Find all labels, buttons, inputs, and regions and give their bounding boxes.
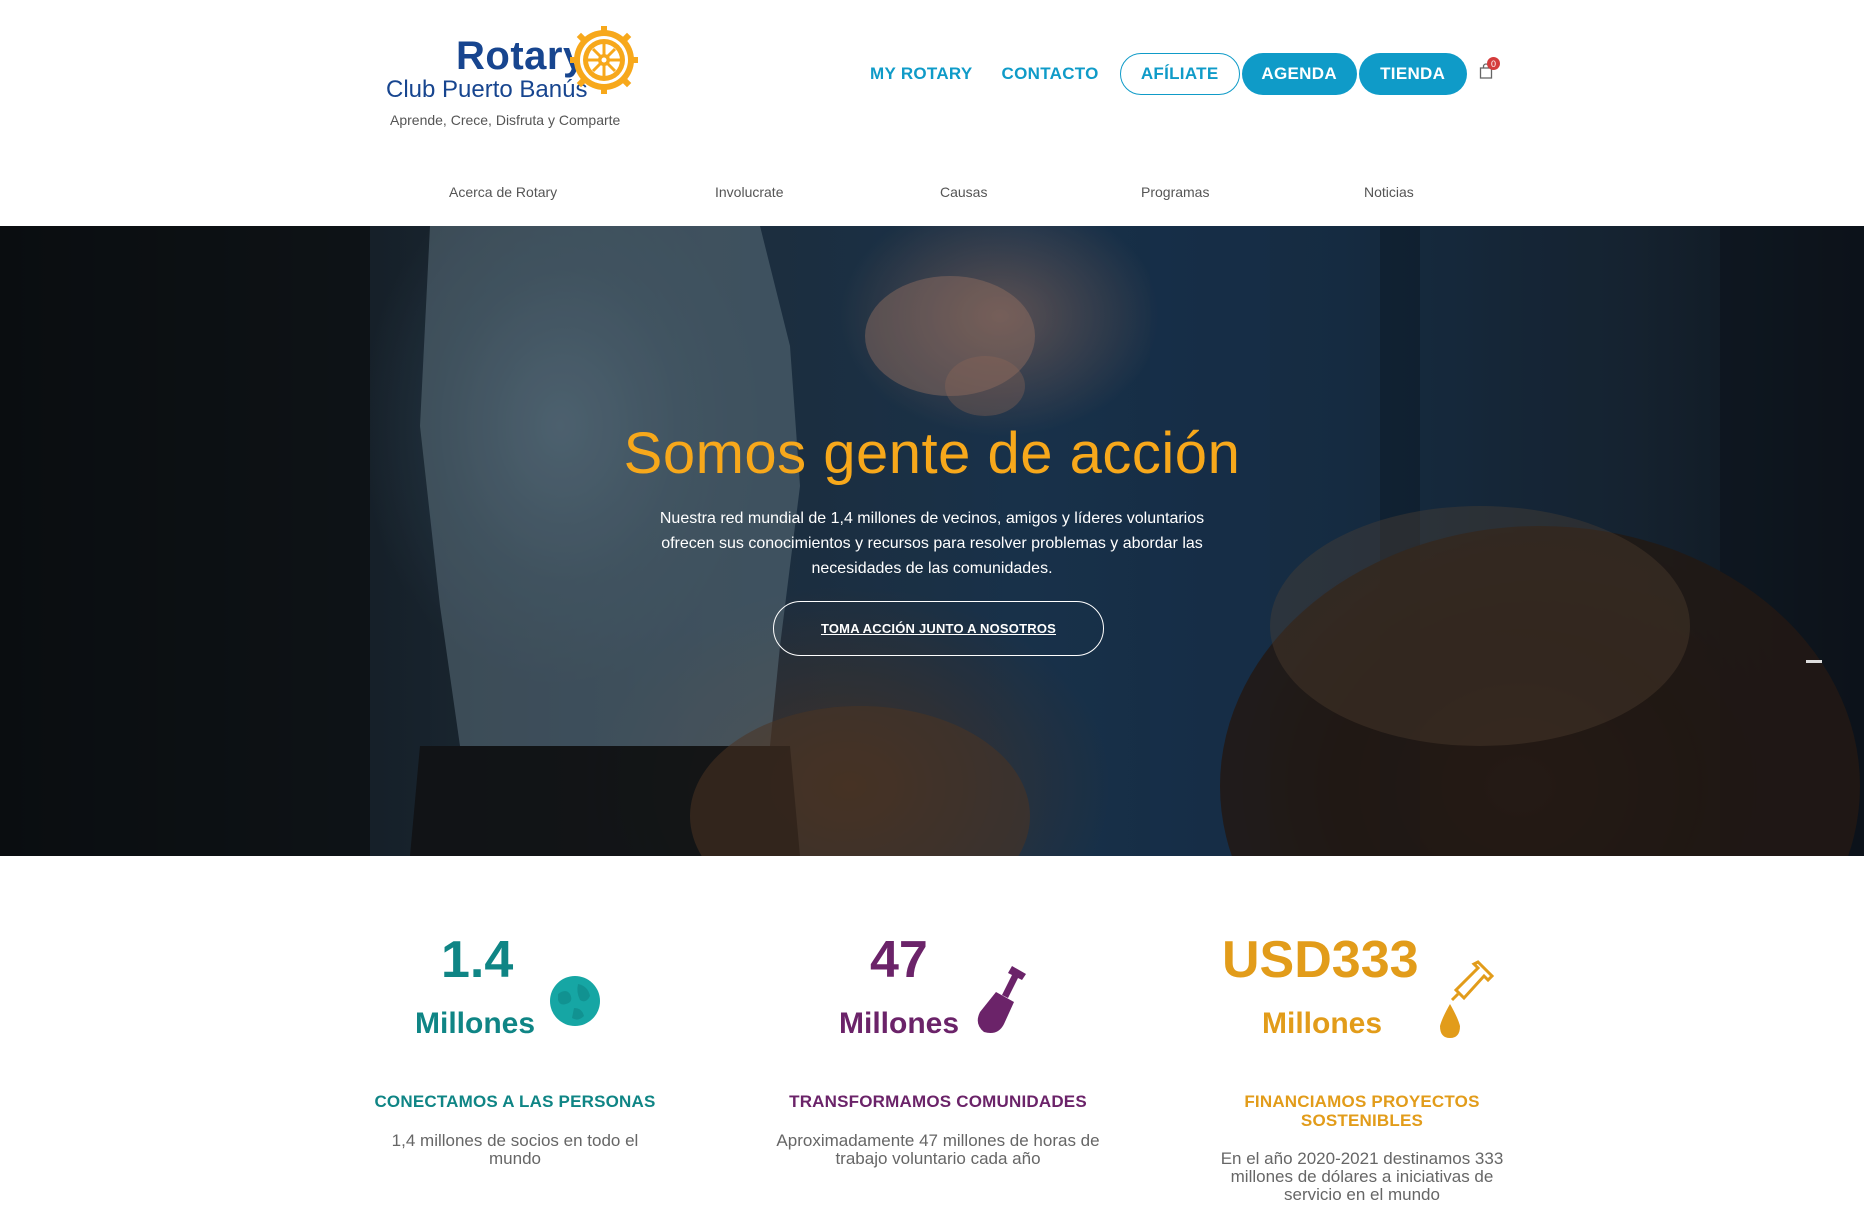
- agenda-button[interactable]: AGENDA: [1241, 53, 1357, 95]
- my-rotary-link[interactable]: MY ROTARY: [870, 64, 973, 84]
- dropper-icon: [1440, 960, 1494, 1038]
- stat-number: USD333: [1222, 931, 1419, 989]
- stat-unit: Millones: [1262, 1007, 1383, 1040]
- stat-unit: Millones: [839, 1007, 960, 1040]
- stat-number: 1.4: [441, 931, 514, 989]
- stat-description: 1,4 millones de socios en todo el mundo: [391, 1131, 639, 1168]
- subnav-item-noticias[interactable]: Noticias: [1364, 184, 1414, 200]
- stat-unit: Millones: [415, 1007, 536, 1040]
- stat-number: 47: [870, 931, 928, 989]
- stat-heading: CONECTAMOS A LAS PERSONAS: [374, 1092, 656, 1111]
- subnav-item-programas[interactable]: Programas: [1141, 184, 1209, 200]
- top-navigation: MY ROTARY CONTACTO AFÍLIATE AGENDA TIEND…: [870, 53, 1467, 95]
- stat-connect: 1.4 Millones CONECTAMOS A LAS PERSONAS 1…: [305, 930, 725, 1220]
- hero-banner: Somos gente de acción Nuestra red mundia…: [0, 226, 1864, 856]
- afiliate-button[interactable]: AFÍLIATE: [1119, 53, 1240, 95]
- globe-icon: [550, 976, 600, 1026]
- rotary-logo[interactable]: Rotary Club Puerto Banús Aprende, Crece,…: [386, 24, 646, 134]
- rotary-wheel-icon: [570, 26, 638, 94]
- hero-description: Nuestra red mundial de 1,4 millones de v…: [659, 510, 1205, 577]
- site-header: Rotary Club Puerto Banús Aprende, Crece,…: [0, 0, 1864, 226]
- stat-transform: 47 Millones TRANSFORMAMOS COMUNIDADES Ap…: [728, 930, 1148, 1220]
- logo-tagline: Aprende, Crece, Disfruta y Comparte: [390, 112, 621, 128]
- stat-heading: FINANCIAMOS PROYECTOS SOSTENIBLES: [1244, 1092, 1480, 1130]
- secondary-navigation: Acerca de Rotary Involucrate Causas Prog…: [0, 184, 1864, 204]
- take-action-button[interactable]: TOMA ACCIÓN JUNTO A NOSOTROS: [773, 601, 1104, 656]
- stat-description: Aproximadamente 47 millones de horas de …: [776, 1131, 1100, 1168]
- subnav-item-acerca[interactable]: Acerca de Rotary: [449, 184, 557, 200]
- hero-title: Somos gente de acción: [623, 421, 1241, 486]
- shovel-icon: [977, 966, 1026, 1033]
- tienda-button[interactable]: TIENDA: [1358, 53, 1467, 95]
- stat-finance: USD333 Millones FINANCIAMOS PROYECTOS SO…: [1152, 930, 1572, 1220]
- logo-wordmark: Rotary: [456, 34, 586, 78]
- slider-indicator[interactable]: [1806, 660, 1822, 663]
- logo-club-name: Club Puerto Banús: [386, 76, 588, 103]
- subnav-item-involucrate[interactable]: Involucrate: [715, 184, 783, 200]
- contacto-link[interactable]: CONTACTO: [1002, 64, 1099, 84]
- stat-heading: TRANSFORMAMOS COMUNIDADES: [789, 1092, 1087, 1111]
- subnav-item-causas[interactable]: Causas: [940, 184, 987, 200]
- stat-description: En el año 2020-2021 destinamos 333 millo…: [1220, 1149, 1504, 1204]
- cart-count-badge: 0: [1487, 57, 1500, 70]
